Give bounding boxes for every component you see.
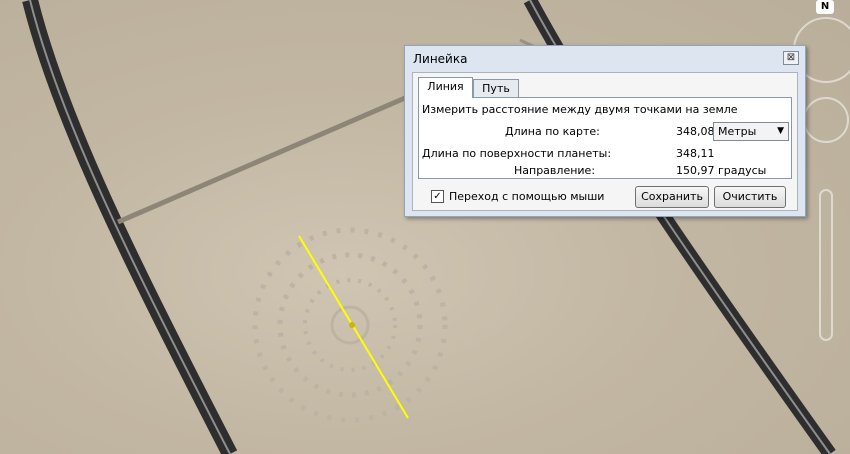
ruler-dialog: Линейка ⊠ Линия Путь Измерить расстояние… <box>404 45 806 217</box>
compass-north-label[interactable]: N <box>816 0 834 14</box>
tab-content-line: Измерить расстояние между двумя точками … <box>418 97 792 179</box>
unit-select-value: Метры <box>718 125 757 138</box>
dialog-title: Линейка <box>413 52 468 66</box>
unit-select[interactable]: Метры ▼ <box>713 122 789 141</box>
ruler-panel: Линия Путь Измерить расстояние между дву… <box>412 72 798 211</box>
tab-path[interactable]: Путь <box>473 79 519 98</box>
mouse-nav-label: Переход с помощью мыши <box>449 190 605 203</box>
heading-label: Направление: <box>514 164 596 177</box>
ground-length-label: Длина по поверхности планеты: <box>422 147 612 160</box>
highway-left <box>22 0 238 454</box>
instruction-text: Измерить расстояние между двумя точками … <box>422 103 738 116</box>
mouse-nav-checkbox[interactable]: ✓ <box>431 190 444 203</box>
side-road <box>117 95 406 225</box>
ground-length-value: 348,11 <box>676 147 715 160</box>
chevron-down-icon: ▼ <box>777 126 784 136</box>
ruler-midpoint <box>349 322 355 328</box>
heading-value: 150,97 градусы <box>676 164 767 177</box>
close-icon[interactable]: ⊠ <box>783 51 799 65</box>
save-button[interactable]: Сохранить <box>635 186 709 208</box>
clear-button[interactable]: Очистить <box>714 186 786 208</box>
map-length-label: Длина по карте: <box>505 125 600 138</box>
map-length-value: 348,08 <box>676 125 715 138</box>
tab-line[interactable]: Линия <box>418 77 473 98</box>
